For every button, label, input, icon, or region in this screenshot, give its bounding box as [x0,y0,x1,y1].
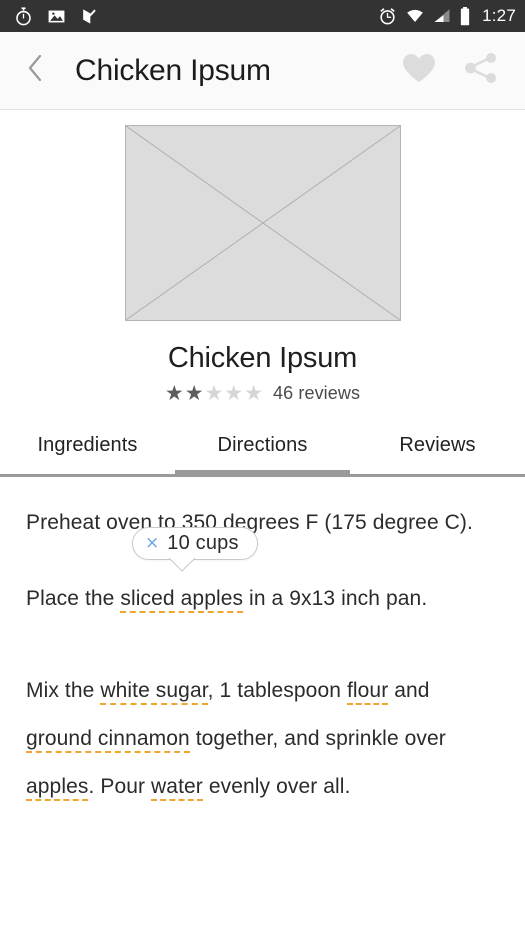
direction-step-3-seg-3: and [388,679,430,702]
star-rating[interactable]: ★ ★ ★ ★ ★ [165,383,263,404]
back-button[interactable] [26,49,56,93]
wifi-icon [405,7,425,25]
stopwatch-icon [14,6,33,26]
direction-step-3-seg-2: , 1 tablespoon [207,679,347,702]
rating-row: ★ ★ ★ ★ ★ 46 reviews [165,383,360,404]
direction-step-3-seg-5: . Pour [88,775,152,798]
favorite-button[interactable] [401,53,437,89]
app-bar-actions [401,53,499,89]
direction-step-3-seg-4: together, and sprinkle over [189,727,446,750]
ingredient-link-apples[interactable]: apples [26,775,89,801]
recipe-hero: Chicken Ipsum ★ ★ ★ ★ ★ 46 reviews [0,110,525,404]
tooltip-pointer-icon [169,558,195,572]
status-bar-left-icons [14,6,378,26]
close-icon[interactable]: × [145,535,159,552]
ingredient-link-sliced-apples[interactable]: sliced apples [120,587,244,613]
direction-step-2-suffix: in a 9x13 inch pan. [243,587,428,610]
share-icon [464,52,498,89]
ingredient-tooltip[interactable]: × 10 cups [132,527,258,572]
tab-bar: Ingredients Directions Reviews [0,420,525,477]
status-bar-clock: 1:27 [482,6,516,25]
recipe-title: Chicken Ipsum [167,342,358,374]
star-icon-4: ★ [224,382,244,405]
heart-icon [401,52,437,89]
image-icon [47,7,66,26]
share-button[interactable] [463,53,499,89]
page-title: Chicken Ipsum [75,53,271,87]
star-icon-1: ★ [164,382,184,405]
chevron-left-icon [26,53,44,88]
cell-signal-icon [433,7,451,25]
direction-step-3-seg-1: Mix the [26,679,101,702]
status-bar: 1:27 [0,0,525,32]
direction-step-2-prefix: Place the [26,587,121,610]
direction-step-3-seg-6: evenly over all. [202,775,351,798]
directions-panel: Preheat oven to 350 degrees F (175 degre… [0,477,525,811]
reviews-count: 46 reviews [273,383,361,403]
tab-ingredients[interactable]: Ingredients [0,420,175,474]
star-icon-3: ★ [204,382,224,405]
star-icon-2: ★ [184,382,204,405]
direction-step-2: Place the sliced apples in a 9x13 inch p… [26,575,499,623]
ingredient-link-white-sugar[interactable]: white sugar [100,679,208,705]
direction-step-1: Preheat oven to 350 degrees F (175 degre… [26,499,499,547]
recipe-image-placeholder [124,125,401,321]
star-icon-5: ★ [244,382,264,405]
ingredient-link-flour[interactable]: flour [346,679,389,705]
flag-check-icon [80,7,99,26]
ingredient-link-ground-cinnamon[interactable]: ground cinnamon [26,727,190,753]
app-bar: Chicken Ipsum [0,32,525,110]
alarm-icon [378,7,397,26]
status-bar-right-icons: 1:27 [378,6,516,26]
tab-reviews[interactable]: Reviews [350,420,525,474]
ingredient-link-water[interactable]: water [151,775,203,801]
direction-step-3: Mix the white sugar, 1 tablespoon flour … [26,667,499,811]
ingredient-tooltip-label: 10 cups [167,532,239,554]
battery-icon [459,6,471,26]
tab-directions[interactable]: Directions [175,420,350,477]
